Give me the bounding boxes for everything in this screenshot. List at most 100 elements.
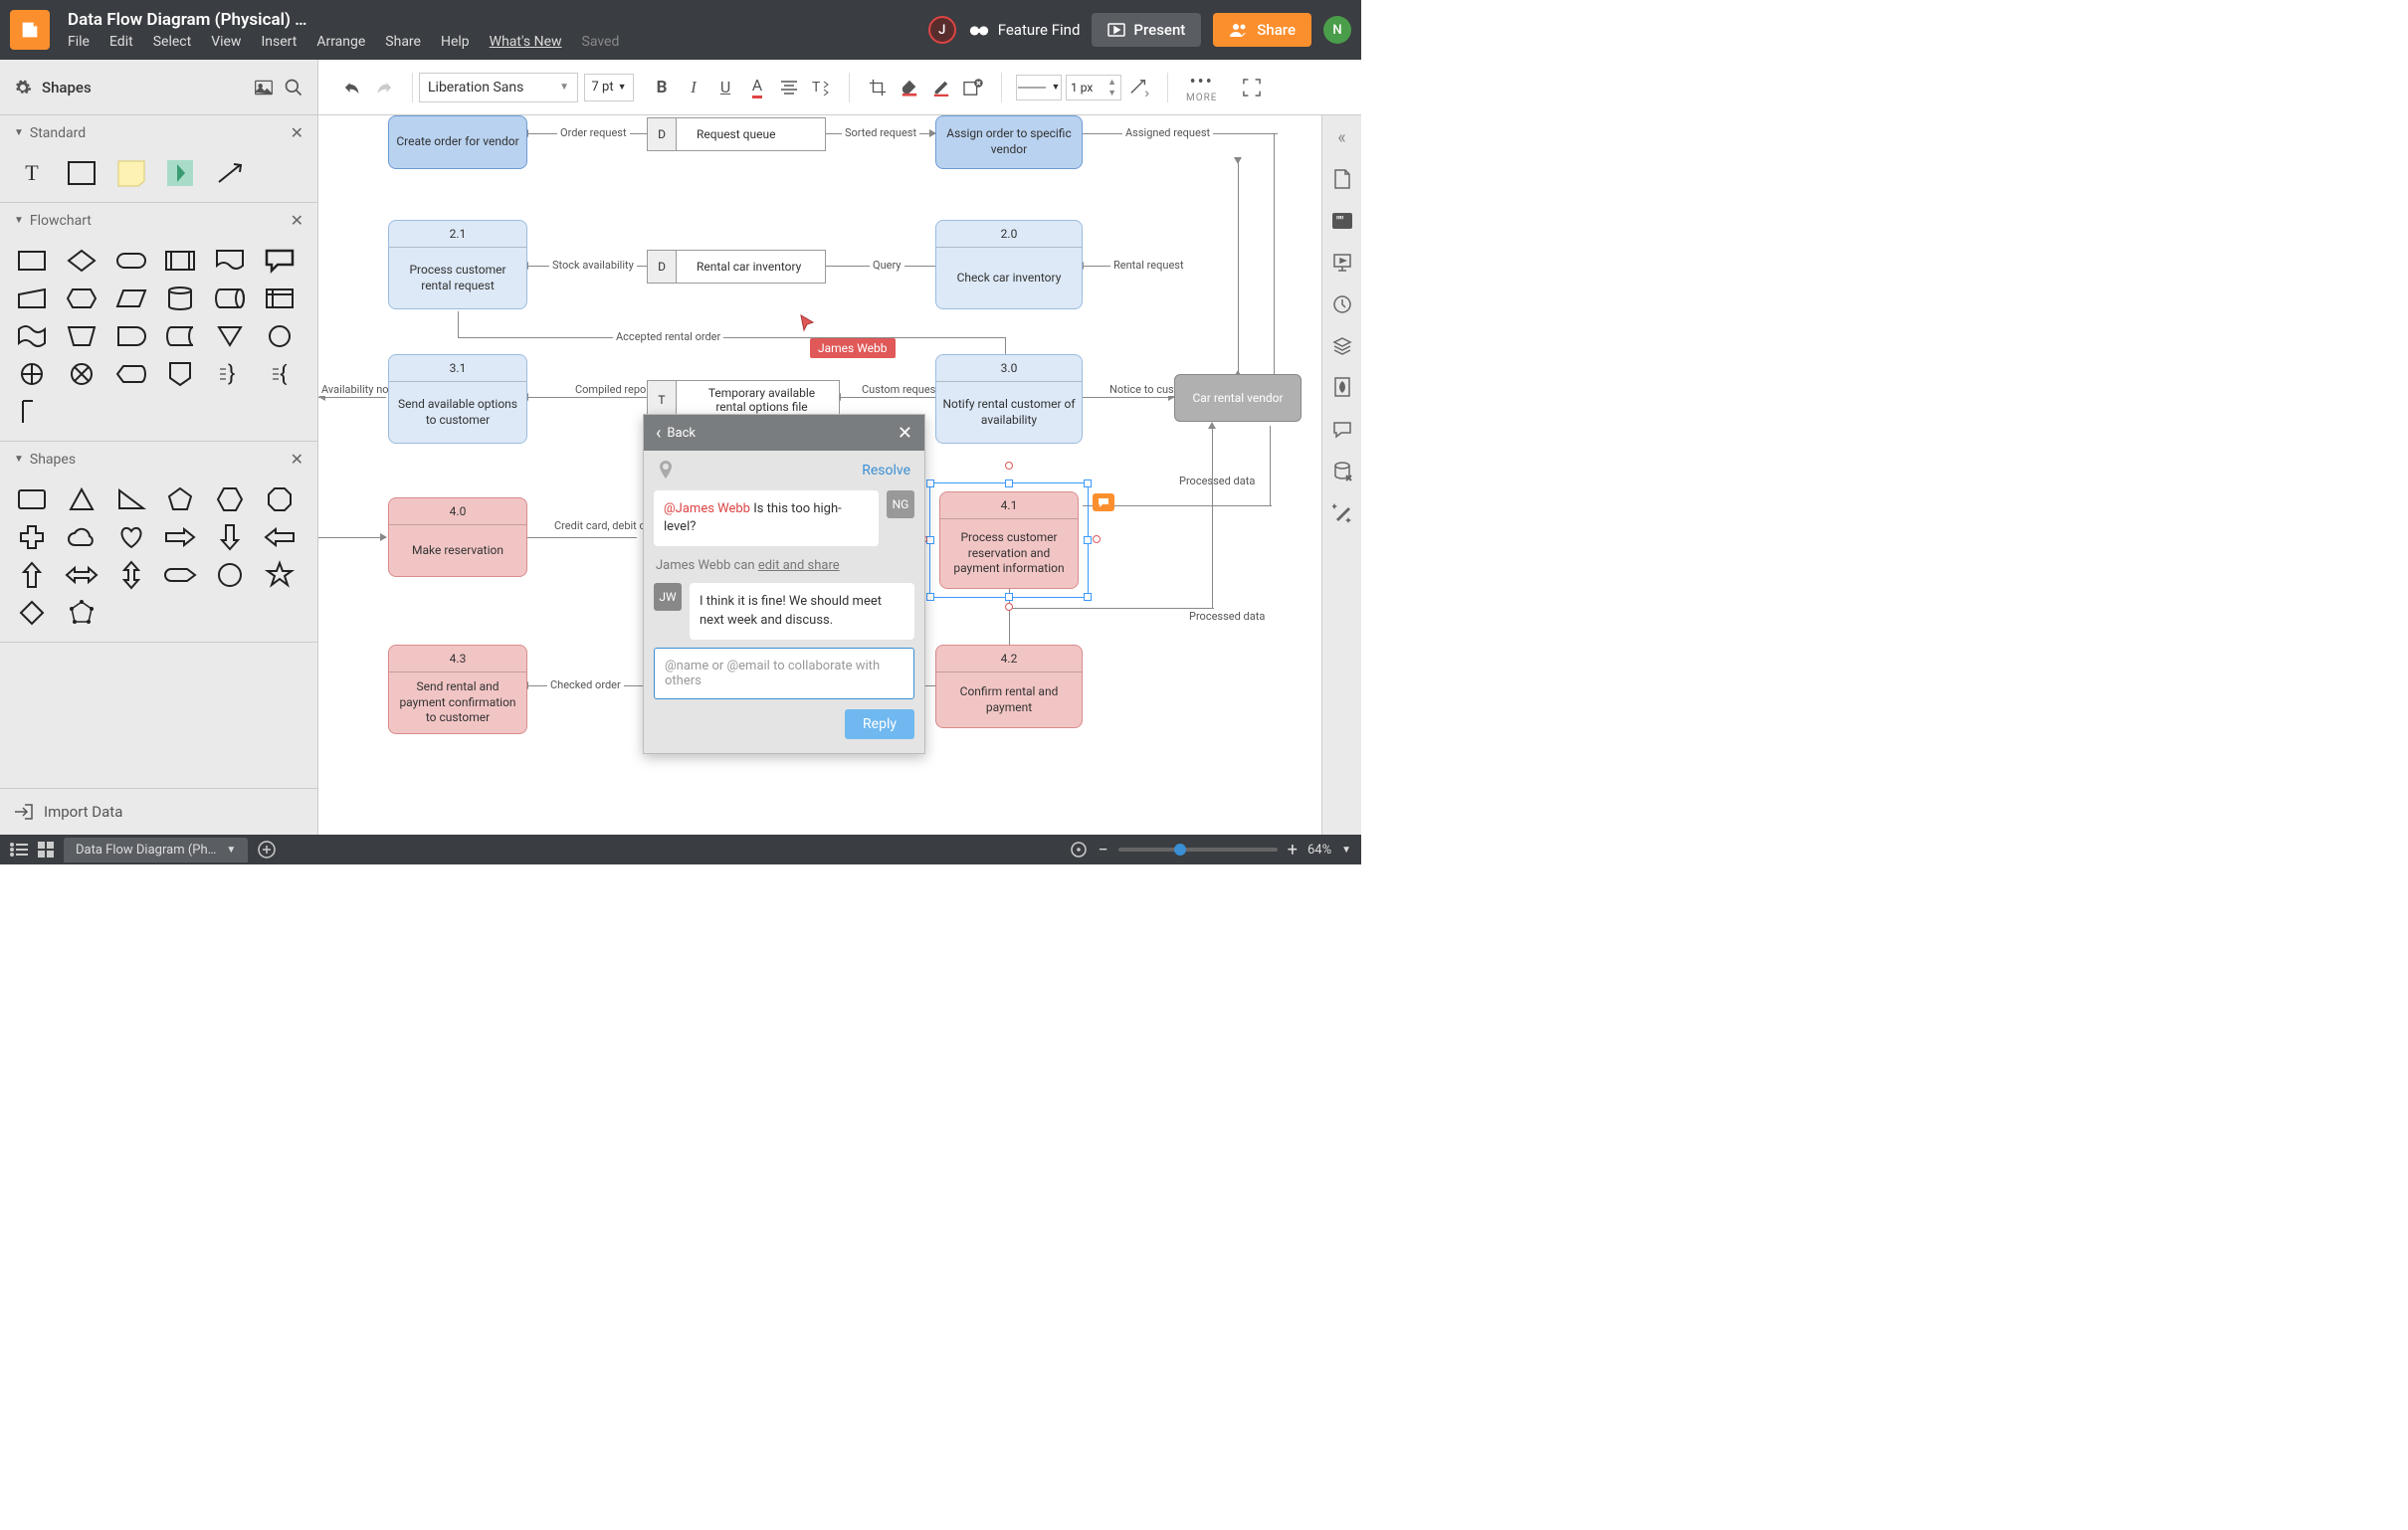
line-style-select[interactable]: ▼ (1016, 75, 1062, 100)
close-icon[interactable]: ✕ (291, 450, 303, 469)
menu-insert[interactable]: Insert (261, 34, 297, 50)
shape-data[interactable] (113, 284, 149, 313)
presentation-icon[interactable] (1330, 251, 1354, 275)
shape-delay[interactable] (113, 321, 149, 351)
node-vendor[interactable]: Car rental vendor (1174, 374, 1302, 422)
shape-rect2[interactable] (14, 484, 50, 514)
shape-stored-data[interactable] (162, 321, 198, 351)
data-icon[interactable] (1330, 460, 1354, 483)
shape-brace-r[interactable]: } (212, 359, 248, 389)
shape-arrow-r[interactable] (162, 522, 198, 552)
more-button[interactable]: ••• MORE (1174, 72, 1229, 103)
add-page-icon[interactable] (258, 841, 276, 859)
app-logo[interactable] (10, 10, 50, 50)
node-2-0[interactable]: 2.0 Check car inventory (935, 220, 1083, 309)
shape-database[interactable] (162, 284, 198, 313)
history-icon[interactable] (1330, 292, 1354, 316)
shape-card[interactable] (14, 397, 50, 427)
quote-icon[interactable]: "" (1330, 209, 1354, 233)
shape-direct-data[interactable] (212, 284, 248, 313)
shape-decision[interactable] (64, 246, 100, 276)
shape-process[interactable] (14, 246, 50, 276)
shape-internal[interactable] (262, 284, 298, 313)
share-button[interactable]: Share (1213, 13, 1311, 47)
menu-select[interactable]: Select (153, 34, 191, 50)
target-icon[interactable] (1070, 841, 1088, 859)
shape-circle[interactable] (212, 560, 248, 590)
search-icon[interactable] (284, 78, 303, 97)
shape-terminator[interactable] (113, 246, 149, 276)
shape-preparation[interactable] (64, 284, 100, 313)
line-options-button[interactable] (1125, 74, 1153, 101)
shape-cloud[interactable] (64, 522, 100, 552)
comment-input[interactable]: @name or @email to collaborate with othe… (654, 648, 914, 699)
grid-view-icon[interactable] (38, 842, 54, 858)
page-tab[interactable]: Data Flow Diagram (Ph… ▼ (64, 838, 248, 862)
crop-button[interactable] (864, 74, 892, 101)
menu-edit[interactable]: Edit (109, 34, 133, 50)
magic-icon[interactable] (1330, 501, 1354, 525)
shape-connector[interactable] (262, 321, 298, 351)
present-button[interactable]: Present (1092, 13, 1201, 47)
close-icon[interactable]: ✕ (291, 123, 303, 142)
shape-or[interactable] (14, 359, 50, 389)
shape-display[interactable] (113, 359, 149, 389)
shape-heart[interactable] (113, 522, 149, 552)
shape-hexagon[interactable] (212, 484, 248, 514)
image-icon[interactable] (254, 79, 274, 96)
shape-callout[interactable] (262, 246, 298, 276)
underline-button[interactable]: U (711, 74, 739, 101)
document-title[interactable]: Data Flow Diagram (Physical) … (68, 10, 928, 30)
shape-document[interactable] (212, 246, 248, 276)
node-4-3[interactable]: 4.3 Send rental and payment confirmation… (388, 645, 527, 734)
node-create-order[interactable]: Create order for vendor (388, 115, 527, 169)
close-icon[interactable]: ✕ (898, 423, 912, 444)
comments-icon[interactable] (1330, 418, 1354, 442)
shape-manual-input[interactable] (14, 284, 50, 313)
reply-button[interactable]: Reply (845, 709, 914, 739)
zoom-slider[interactable] (1118, 848, 1278, 852)
menu-share[interactable]: Share (385, 34, 421, 50)
shape-star[interactable] (262, 560, 298, 590)
edit-share-link[interactable]: edit and share (758, 558, 840, 573)
menu-help[interactable]: Help (441, 34, 470, 50)
node-4-2[interactable]: 4.2 Confirm rental and payment (935, 645, 1083, 728)
shape-merge[interactable] (212, 321, 248, 351)
node-2-1[interactable]: 2.1 Process customer rental request (388, 220, 527, 309)
shape-arrow[interactable] (212, 158, 248, 188)
menu-view[interactable]: View (211, 34, 241, 50)
panel-shapes-header[interactable]: ▼Shapes ✕ (0, 442, 317, 477)
shape-arrow-ud[interactable] (113, 560, 149, 590)
datastore-request-queue[interactable]: D Request queue (647, 117, 826, 151)
node-assign-order[interactable]: Assign order to specific vendor (935, 115, 1083, 169)
zoom-out-button[interactable]: − (1098, 840, 1107, 861)
shape-manual-op[interactable] (64, 321, 100, 351)
shape-cross[interactable] (14, 522, 50, 552)
node-3-0[interactable]: 3.0 Notify rental customer of availabili… (935, 354, 1083, 444)
datastore-inventory[interactable]: D Rental car inventory (647, 250, 826, 284)
menu-whats-new[interactable]: What's New (490, 34, 562, 50)
shape-action[interactable] (162, 158, 198, 188)
panel-standard-header[interactable]: ▼Standard ✕ (0, 115, 317, 150)
shape-arrow-lr[interactable] (64, 560, 100, 590)
list-view-icon[interactable] (10, 843, 28, 857)
collaborator-avatar-j[interactable]: J (928, 16, 956, 44)
shape-arrow-l[interactable] (262, 522, 298, 552)
shape-right-tri[interactable] (113, 484, 149, 514)
text-options-button[interactable]: T (807, 74, 835, 101)
close-icon[interactable]: ✕ (291, 211, 303, 230)
zoom-level[interactable]: 64% (1307, 843, 1331, 858)
shape-predef[interactable] (162, 246, 198, 276)
bold-button[interactable]: B (648, 74, 676, 101)
font-select[interactable]: Liberation Sans ▼ (419, 73, 578, 102)
text-color-button[interactable]: A (743, 74, 771, 101)
italic-button[interactable]: I (680, 74, 707, 101)
shape-tape[interactable] (14, 321, 50, 351)
shape-arrow-d[interactable] (212, 522, 248, 552)
shape-triangle[interactable] (64, 484, 100, 514)
pin-icon[interactable] (658, 461, 674, 480)
menu-arrange[interactable]: Arrange (316, 34, 365, 50)
font-size-select[interactable]: 7 pt▼ (584, 74, 634, 101)
shape-diamond2[interactable] (14, 598, 50, 628)
layers-icon[interactable] (1330, 334, 1354, 358)
